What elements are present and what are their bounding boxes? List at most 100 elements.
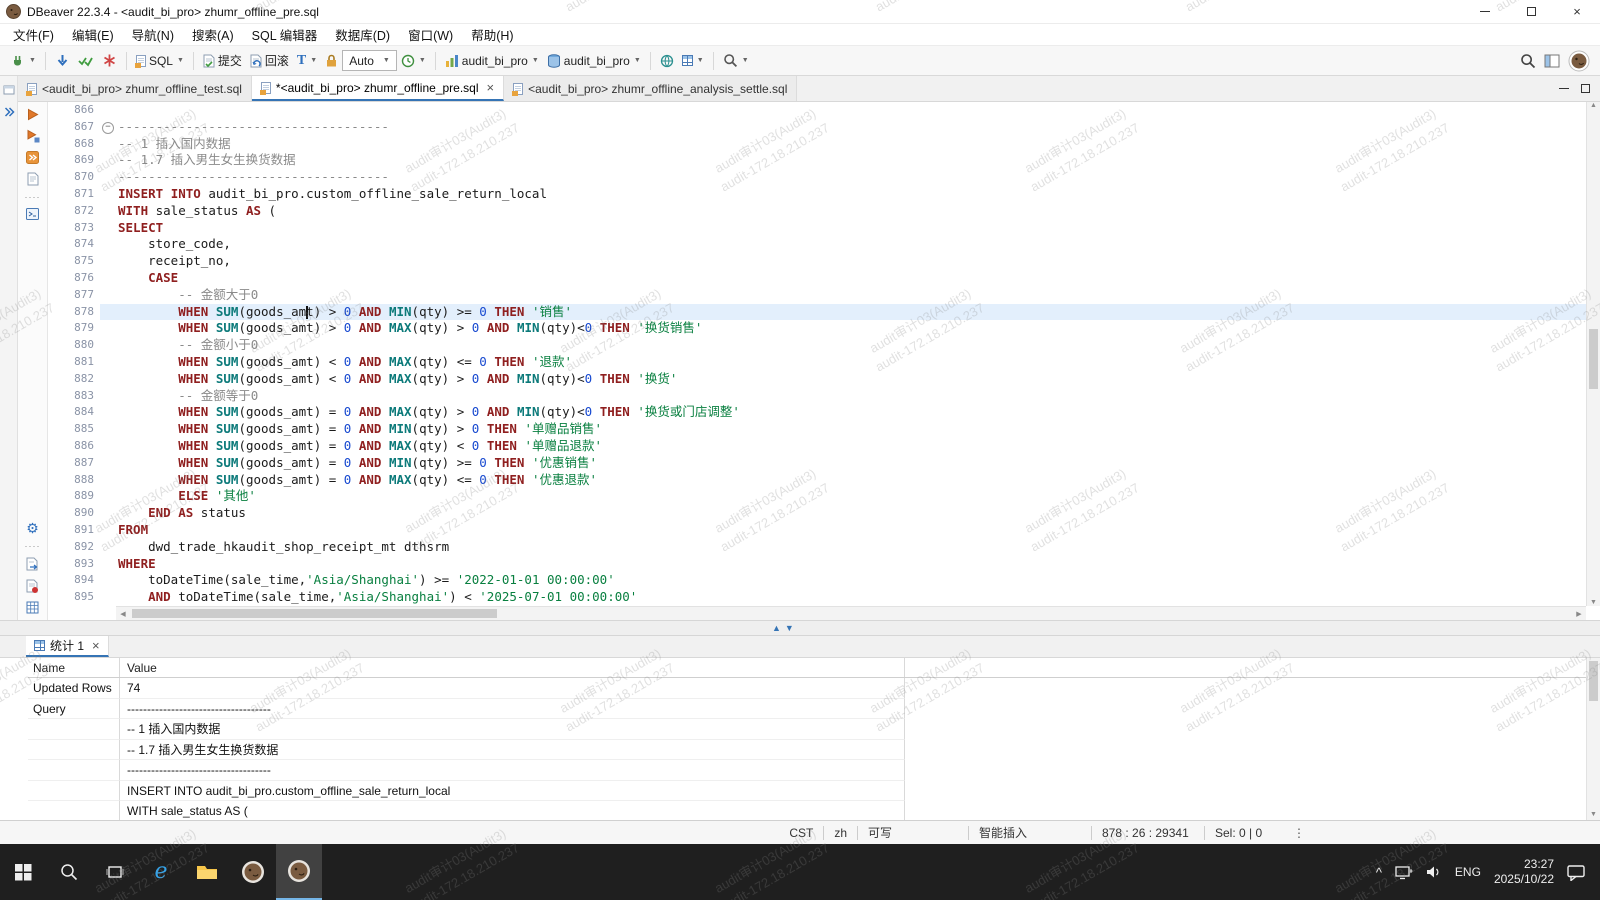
dbeaver-taskbar-button-2[interactable] bbox=[276, 844, 322, 900]
scroll-down-icon[interactable]: ▼ bbox=[1587, 811, 1600, 818]
menu-item[interactable]: 导航(N) bbox=[123, 22, 183, 47]
result-row[interactable]: INSERT INTO audit_bi_pro.custom_offline_… bbox=[28, 781, 1586, 802]
editor-tab[interactable]: <audit_bi_pro> zhumr_offline_test.sql bbox=[18, 76, 252, 101]
code-line[interactable]: 891FROM bbox=[48, 522, 1600, 539]
splitter-controls[interactable]: ▲▼ bbox=[772, 621, 794, 635]
code-line[interactable]: 870------------------------------------ bbox=[48, 169, 1600, 186]
menu-item[interactable]: 窗口(W) bbox=[399, 22, 462, 47]
statusbar-item[interactable]: 可写 bbox=[858, 824, 968, 841]
dbeaver-logo[interactable] bbox=[1564, 49, 1594, 73]
task-view-button[interactable] bbox=[92, 844, 138, 900]
statusbar-item[interactable]: CST bbox=[779, 826, 823, 840]
sql-editor-menu-button[interactable]: SQL ▼ bbox=[132, 49, 188, 73]
speaker-icon[interactable] bbox=[1426, 865, 1442, 879]
code-line[interactable]: 892 dwd_trade_hkaudit_shop_receipt_mt dt… bbox=[48, 539, 1600, 556]
new-connection-button[interactable]: ▼ bbox=[6, 49, 40, 73]
start-button[interactable] bbox=[0, 844, 46, 900]
schema-selector[interactable]: audit_bi_pro ▼ bbox=[543, 49, 645, 73]
menu-item[interactable]: 搜索(A) bbox=[183, 22, 243, 47]
tray-expand-icon[interactable]: ^ bbox=[1376, 865, 1382, 880]
code-scroll[interactable]: 866867----------------------------------… bbox=[48, 102, 1600, 606]
export-grid-button[interactable] bbox=[26, 601, 39, 614]
taskbar-clock[interactable]: 23:27 2025/10/22 bbox=[1494, 857, 1554, 887]
save-file-button[interactable] bbox=[26, 579, 39, 593]
collapse-down-icon[interactable]: ▼ bbox=[785, 621, 794, 635]
code-line[interactable]: 884 WHEN SUM(goods_amt) = 0 AND MAX(qty)… bbox=[48, 404, 1600, 421]
perspective-button[interactable] bbox=[1540, 49, 1564, 73]
statusbar-item[interactable]: 智能插入 bbox=[969, 824, 1091, 841]
execute-script-button[interactable] bbox=[26, 151, 39, 164]
tab-close-icon[interactable]: × bbox=[92, 638, 100, 653]
menu-item[interactable]: 数据库(D) bbox=[326, 22, 399, 47]
file-explorer-button[interactable] bbox=[184, 844, 230, 900]
statistics-tab[interactable]: 统计 1 × bbox=[26, 636, 109, 657]
code-line[interactable]: 880 -- 金额小于0 bbox=[48, 337, 1600, 354]
collapse-up-icon[interactable]: ▲ bbox=[772, 621, 781, 635]
language-indicator[interactable]: ENG bbox=[1455, 865, 1481, 879]
autocommit-combo[interactable]: Auto ▼ bbox=[342, 50, 397, 71]
code-line[interactable]: 890 END AS status bbox=[48, 505, 1600, 522]
rollback-button[interactable]: 回滚 bbox=[246, 49, 293, 73]
settings-gear-icon[interactable]: ⚙ bbox=[26, 521, 39, 535]
code-line[interactable]: 888 WHEN SUM(goods_amt) = 0 AND MAX(qty)… bbox=[48, 472, 1600, 489]
code-line[interactable]: 895 AND toDateTime(sale_time,'Asia/Shang… bbox=[48, 589, 1600, 606]
vertical-scrollbar[interactable]: ▲ ▼ bbox=[1586, 102, 1600, 606]
code-line[interactable]: 878 WHEN SUM(goods_amt) > 0 AND MIN(qty)… bbox=[48, 304, 1600, 321]
result-row[interactable]: Updated Rows74 bbox=[28, 678, 1586, 699]
hscroll-thumb[interactable] bbox=[132, 609, 497, 618]
commit-button[interactable]: 提交 bbox=[199, 49, 246, 73]
code-line[interactable]: 868-- 1 插入国内数据 bbox=[48, 136, 1600, 153]
timezone-button[interactable] bbox=[656, 49, 678, 73]
check-connections-button[interactable] bbox=[74, 49, 98, 73]
dbeaver-taskbar-button-1[interactable] bbox=[230, 844, 276, 900]
result-row[interactable]: -- 1 插入国内数据 bbox=[28, 719, 1586, 740]
statusbar-item[interactable]: Sel: 0 | 0 bbox=[1205, 826, 1279, 840]
code-line[interactable]: 885 WHEN SUM(goods_amt) = 0 AND MIN(qty)… bbox=[48, 421, 1600, 438]
statusbar-item[interactable]: zh bbox=[824, 826, 857, 840]
statusbar-item[interactable]: 878 : 26 : 29341 bbox=[1092, 826, 1204, 840]
connection-selector[interactable]: audit_bi_pro ▼ bbox=[441, 49, 543, 73]
result-row[interactable]: Query-----------------------------------… bbox=[28, 699, 1586, 720]
code-line[interactable]: 876 CASE bbox=[48, 270, 1600, 287]
tab-close-icon[interactable]: × bbox=[487, 80, 495, 95]
results-column-value[interactable]: Value bbox=[120, 658, 905, 677]
minimize-button[interactable] bbox=[1462, 0, 1508, 23]
horizontal-scrollbar[interactable]: ◀ ▶ bbox=[116, 606, 1586, 620]
code-line[interactable]: 882 WHEN SUM(goods_amt) < 0 AND MAX(qty)… bbox=[48, 371, 1600, 388]
cancel-execution-button[interactable] bbox=[98, 49, 121, 73]
result-row[interactable]: WITH sale_status AS ( bbox=[28, 801, 1586, 820]
scroll-down-icon[interactable]: ▼ bbox=[1587, 599, 1600, 606]
code-line[interactable]: 894 toDateTime(sale_time,'Asia/Shanghai'… bbox=[48, 572, 1600, 589]
taskbar-search-button[interactable] bbox=[46, 844, 92, 900]
fold-collapse-icon[interactable] bbox=[100, 119, 116, 136]
code-line[interactable]: 881 WHEN SUM(goods_amt) < 0 AND MAX(qty)… bbox=[48, 354, 1600, 371]
code-line[interactable]: 887 WHEN SUM(goods_amt) = 0 AND MIN(qty)… bbox=[48, 455, 1600, 472]
code-line[interactable]: 883 -- 金额等于0 bbox=[48, 388, 1600, 405]
menu-item[interactable]: 编辑(E) bbox=[63, 22, 123, 47]
scroll-left-icon[interactable]: ◀ bbox=[116, 610, 130, 618]
menu-item[interactable]: 文件(F) bbox=[4, 22, 63, 47]
editor-tab[interactable]: *<audit_bi_pro> zhumr_offline_pre.sql× bbox=[252, 76, 504, 101]
scroll-right-icon[interactable]: ▶ bbox=[1572, 610, 1586, 618]
overflow-dots-icon[interactable]: ···· bbox=[25, 194, 41, 200]
editor-tab[interactable]: <audit_bi_pro> zhumr_offline_analysis_se… bbox=[504, 76, 797, 101]
execute-statement-button[interactable] bbox=[26, 108, 39, 121]
code-line[interactable]: 867------------------------------------ bbox=[48, 119, 1600, 136]
notification-center-icon[interactable] bbox=[1567, 864, 1586, 881]
overflow-dots-icon[interactable]: ···· bbox=[25, 543, 41, 549]
search-menu-button[interactable]: ▼ bbox=[719, 49, 753, 73]
code-line[interactable]: 893WHERE bbox=[48, 556, 1600, 573]
code-line[interactable]: 871INSERT INTO audit_bi_pro.custom_offli… bbox=[48, 186, 1600, 203]
transaction-log-button[interactable]: T ▼ bbox=[293, 49, 321, 73]
code-line[interactable]: 877 -- 金额大于0 bbox=[48, 287, 1600, 304]
code-line[interactable]: 875 receipt_no, bbox=[48, 253, 1600, 270]
fetch-all-button[interactable] bbox=[51, 49, 74, 73]
code-line[interactable]: 879 WHEN SUM(goods_amt) > 0 AND MAX(qty)… bbox=[48, 320, 1600, 337]
code-line[interactable]: 869-- 1.7 插入男生女生换货数据 bbox=[48, 152, 1600, 169]
open-console-button[interactable] bbox=[26, 208, 39, 220]
results-scroll-thumb[interactable] bbox=[1589, 661, 1598, 701]
menu-item[interactable]: SQL 编辑器 bbox=[243, 22, 327, 47]
grid-presentation-button[interactable]: ▼ bbox=[678, 49, 708, 73]
ie-taskbar-button[interactable]: e bbox=[138, 844, 184, 900]
panel-splitter[interactable]: ▲▼ bbox=[0, 620, 1600, 636]
